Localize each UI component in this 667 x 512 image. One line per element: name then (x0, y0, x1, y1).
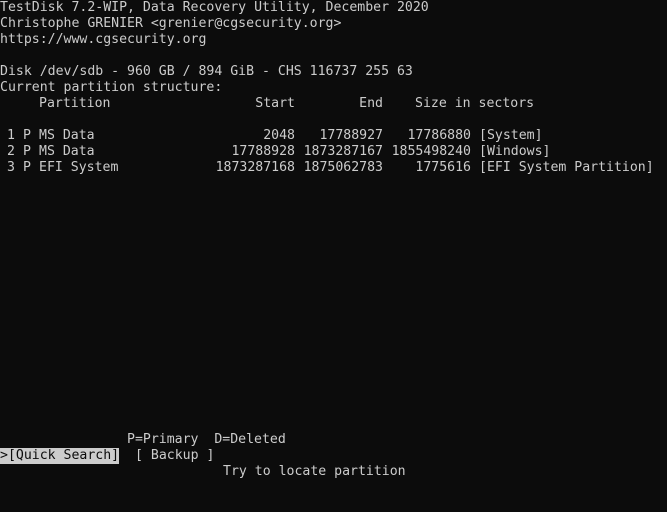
type-legend: P=Primary D=Deleted (127, 432, 286, 447)
partition-label: [EFI System Partition] (479, 160, 654, 175)
partition-name: MS Data (39, 128, 95, 143)
partition-type: P (23, 144, 31, 159)
disk-info: Disk /dev/sdb - 960 GB / 894 GiB - CHS 1… (0, 64, 413, 79)
column-header-size: Size in sectors (415, 96, 535, 111)
menu-bar: >[Quick Search] [ Backup ] (0, 448, 667, 464)
structure-label: Current partition structure: (0, 80, 223, 95)
partition-type: P (23, 128, 31, 143)
partition-name: MS Data (39, 144, 95, 159)
backup-button[interactable]: [ Backup ] (135, 448, 214, 464)
partition-end: 17788927 (319, 128, 383, 143)
partition-label: [System] (479, 128, 543, 143)
table-row[interactable]: 2 P MS Data 17788928 1873287167 18554982… (0, 144, 667, 160)
partition-size: 1855498240 (391, 144, 471, 159)
column-header-partition: Partition (39, 96, 111, 111)
partition-number: 1 (7, 128, 15, 143)
partition-size: 17786880 (407, 128, 471, 143)
website-line: https://www.cgsecurity.org (0, 32, 207, 47)
partition-start: 2048 (263, 128, 295, 143)
app-title: TestDisk 7.2-WIP, Data Recovery Utility,… (0, 0, 429, 15)
partition-end: 1873287167 (303, 144, 383, 159)
partition-type: P (23, 160, 31, 175)
table-header: Partition Start End Size in sectors (0, 96, 667, 112)
quick-search-button[interactable]: >[Quick Search] (0, 448, 120, 464)
partition-start: 1873287168 (215, 160, 295, 175)
partition-name: EFI System (39, 160, 119, 175)
table-row[interactable]: 3 P EFI System 1873287168 1875062783 177… (0, 160, 667, 176)
action-hint: Try to locate partition (223, 464, 406, 479)
partition-start: 17788928 (231, 144, 295, 159)
partition-number: 2 (7, 144, 15, 159)
terminal-window: TestDisk 7.2-WIP, Data Recovery Utility,… (0, 0, 667, 479)
partition-label: [Windows] (479, 144, 551, 159)
author-line: Christophe GRENIER <grenier@cgsecurity.o… (0, 16, 342, 31)
column-header-end: End (359, 96, 383, 111)
partition-number: 3 (7, 160, 15, 175)
partition-size: 1775616 (415, 160, 471, 175)
table-row[interactable]: 1 P MS Data 2048 17788927 17786880 [Syst… (0, 128, 667, 144)
column-header-start: Start (255, 96, 295, 111)
partition-end: 1875062783 (303, 160, 383, 175)
